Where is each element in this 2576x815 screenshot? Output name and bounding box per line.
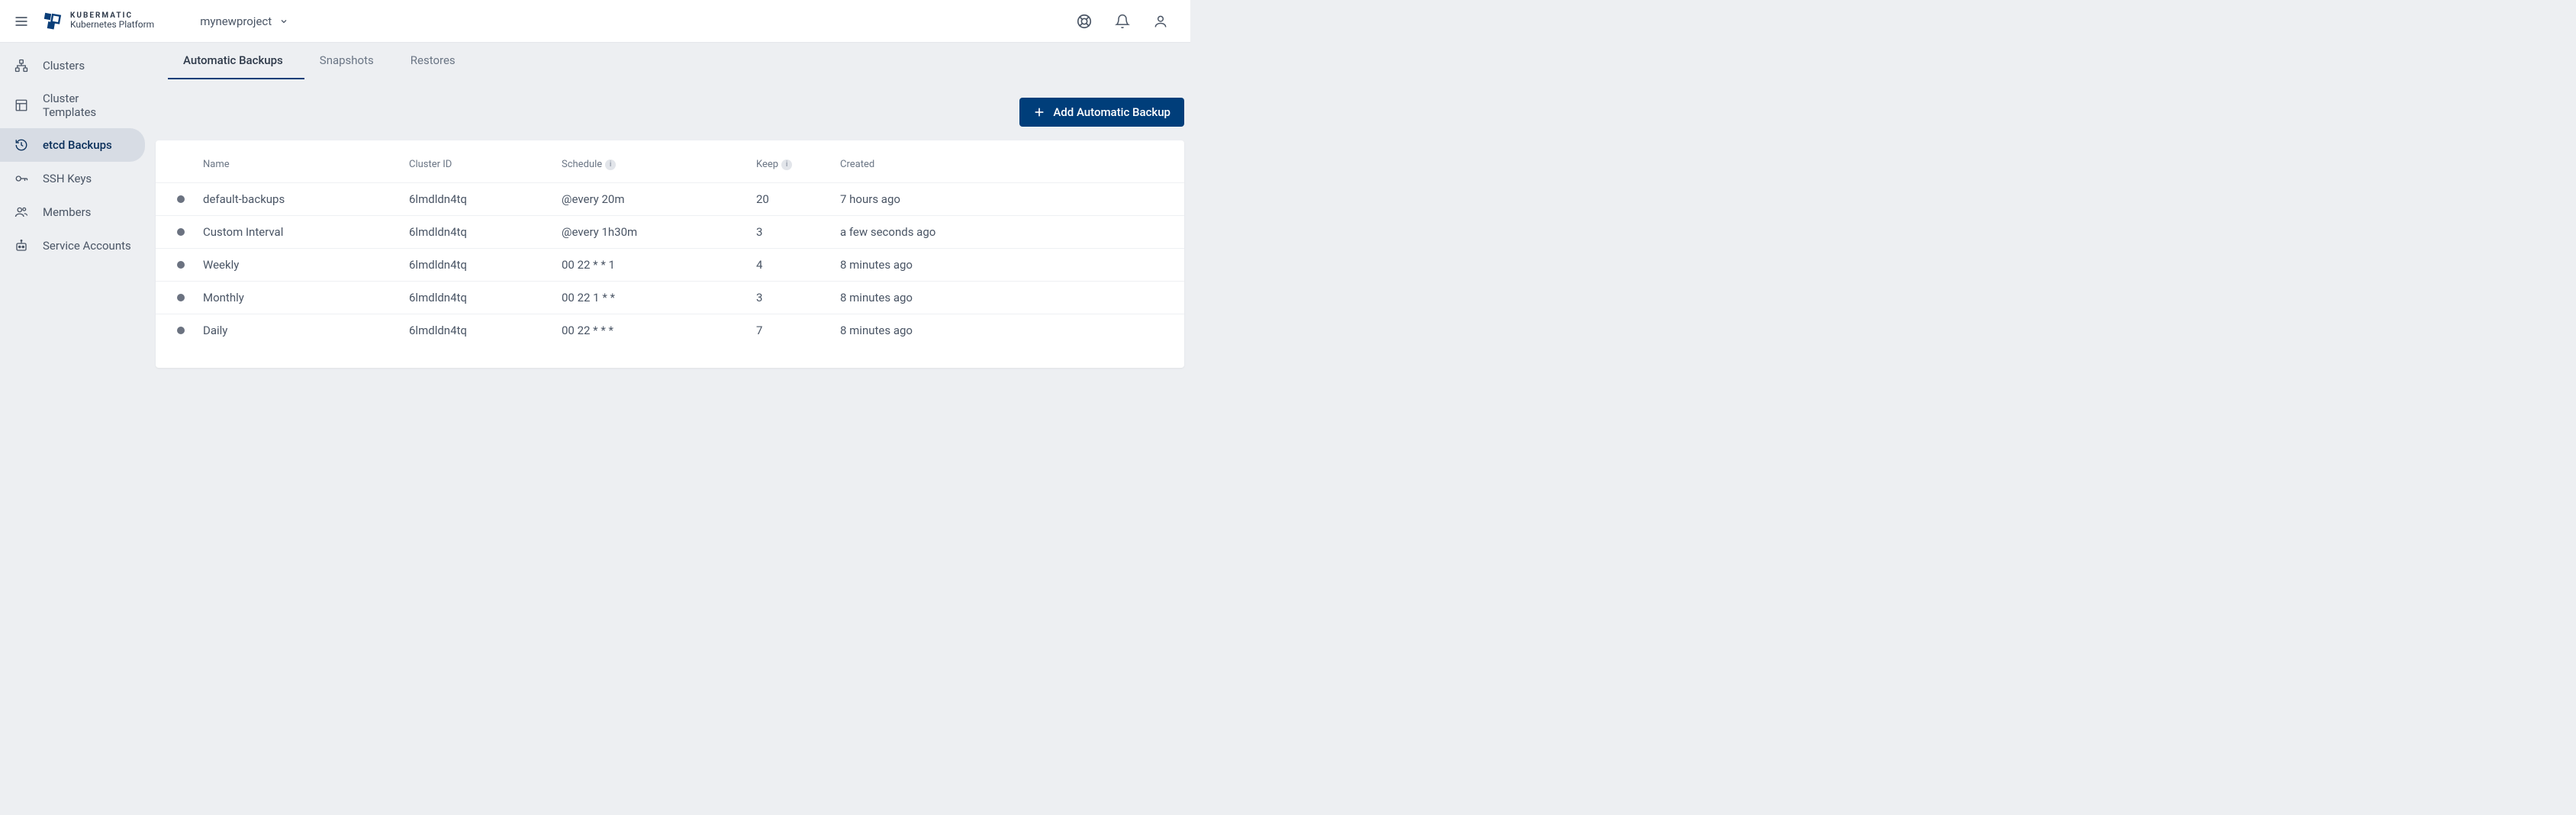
col-keep: Keepi <box>747 147 831 183</box>
table-row[interactable]: default-backups6lmdldn4tq@every 20m207 h… <box>156 183 1184 216</box>
members-icon <box>14 205 29 219</box>
cell-keep: 20 <box>747 183 831 216</box>
status-dot-icon <box>177 228 185 236</box>
cell-created: 7 hours ago <box>831 183 1184 216</box>
cell-created: 8 minutes ago <box>831 282 1184 314</box>
sidebar-item-cluster-templates[interactable]: Cluster Templates <box>0 82 145 128</box>
sidebar-item-etcd-backups[interactable]: etcd Backups <box>0 128 145 162</box>
cell-created: a few seconds ago <box>831 216 1184 249</box>
cell-cluster-id: 6lmdldn4tq <box>400 314 552 347</box>
sidebar-item-label: Members <box>43 205 91 219</box>
backup-history-icon <box>14 138 28 152</box>
cell-created: 8 minutes ago <box>831 314 1184 347</box>
col-schedule: Schedulei <box>552 147 747 183</box>
backups-table: Name Cluster ID Schedulei Keepi Created … <box>156 147 1184 346</box>
tabs: Automatic Backups Snapshots Restores <box>156 43 1184 79</box>
plus-icon <box>1033 106 1045 118</box>
cell-schedule: 00 22 * * * <box>552 314 747 347</box>
sidebar-item-label: Service Accounts <box>43 239 131 253</box>
tab-automatic-backups[interactable]: Automatic Backups <box>168 43 304 79</box>
cell-keep: 4 <box>747 249 831 282</box>
actions-row: Add Automatic Backup <box>156 79 1184 140</box>
account-button[interactable] <box>1152 13 1169 30</box>
sidebar-item-ssh-keys[interactable]: SSH Keys <box>0 162 145 195</box>
lifebuoy-icon <box>1076 13 1093 30</box>
chevron-down-icon <box>279 17 288 26</box>
top-actions <box>1076 13 1178 30</box>
cell-schedule: 00 22 * * 1 <box>552 249 747 282</box>
status-dot-icon <box>177 195 185 203</box>
content: Automatic Backups Snapshots Restores Add… <box>150 43 1190 386</box>
project-selector[interactable]: mynewproject <box>200 14 288 28</box>
key-icon <box>14 172 29 185</box>
cell-created: 8 minutes ago <box>831 249 1184 282</box>
col-created: Created <box>831 147 1184 183</box>
tab-snapshots[interactable]: Snapshots <box>304 43 395 79</box>
status-dot-icon <box>177 261 185 269</box>
sidebar: Clusters Cluster Templates etcd Backups … <box>0 43 150 386</box>
add-automatic-backup-button[interactable]: Add Automatic Backup <box>1019 98 1184 127</box>
cell-keep: 3 <box>747 216 831 249</box>
info-icon[interactable]: i <box>781 159 792 170</box>
brand-logo[interactable]: KUBERMATIC Kubernetes Platform <box>43 11 154 31</box>
cell-schedule: 00 22 1 * * <box>552 282 747 314</box>
cell-cluster-id: 6lmdldn4tq <box>400 183 552 216</box>
add-button-label: Add Automatic Backup <box>1053 105 1170 119</box>
notifications-button[interactable] <box>1114 13 1131 30</box>
cell-keep: 7 <box>747 314 831 347</box>
cell-schedule: @every 1h30m <box>552 216 747 249</box>
clusters-icon <box>14 59 28 72</box>
cell-name: Monthly <box>194 282 400 314</box>
cell-name: Custom Interval <box>194 216 400 249</box>
cell-cluster-id: 6lmdldn4tq <box>400 282 552 314</box>
table-row[interactable]: Custom Interval6lmdldn4tq@every 1h30m3a … <box>156 216 1184 249</box>
cell-cluster-id: 6lmdldn4tq <box>400 216 552 249</box>
sidebar-item-clusters[interactable]: Clusters <box>0 49 145 82</box>
sidebar-item-label: Cluster Templates <box>43 92 131 119</box>
table-header-row: Name Cluster ID Schedulei Keepi Created <box>156 147 1184 183</box>
menu-toggle-button[interactable] <box>12 12 31 31</box>
cell-schedule: @every 20m <box>552 183 747 216</box>
table-row[interactable]: Daily6lmdldn4tq00 22 * * *78 minutes ago <box>156 314 1184 347</box>
backups-table-card: Name Cluster ID Schedulei Keepi Created … <box>156 140 1184 368</box>
table-row[interactable]: Monthly6lmdldn4tq00 22 1 * *38 minutes a… <box>156 282 1184 314</box>
kubermatic-logo-icon <box>43 11 63 31</box>
hamburger-icon <box>14 14 29 29</box>
status-dot-icon <box>177 294 185 301</box>
sidebar-item-members[interactable]: Members <box>0 195 145 229</box>
project-name: mynewproject <box>200 14 272 28</box>
cell-name: Weekly <box>194 249 400 282</box>
info-icon[interactable]: i <box>605 159 616 170</box>
sidebar-item-label: etcd Backups <box>43 138 112 152</box>
brand-line2: Kubernetes Platform <box>70 20 154 30</box>
cell-name: Daily <box>194 314 400 347</box>
cell-keep: 3 <box>747 282 831 314</box>
col-cluster-id: Cluster ID <box>400 147 552 183</box>
bell-icon <box>1115 14 1130 29</box>
robot-icon <box>14 239 28 253</box>
cell-name: default-backups <box>194 183 400 216</box>
table-row[interactable]: Weekly6lmdldn4tq00 22 * * 148 minutes ag… <box>156 249 1184 282</box>
tab-restores[interactable]: Restores <box>395 43 477 79</box>
sidebar-item-label: SSH Keys <box>43 172 92 185</box>
top-bar: KUBERMATIC Kubernetes Platform mynewproj… <box>0 0 1190 43</box>
cell-cluster-id: 6lmdldn4tq <box>400 249 552 282</box>
status-dot-icon <box>177 327 185 334</box>
sidebar-item-label: Clusters <box>43 59 85 72</box>
template-icon <box>14 98 28 112</box>
user-icon <box>1153 14 1168 29</box>
help-button[interactable] <box>1076 13 1093 30</box>
col-name: Name <box>194 147 400 183</box>
sidebar-item-service-accounts[interactable]: Service Accounts <box>0 229 145 263</box>
